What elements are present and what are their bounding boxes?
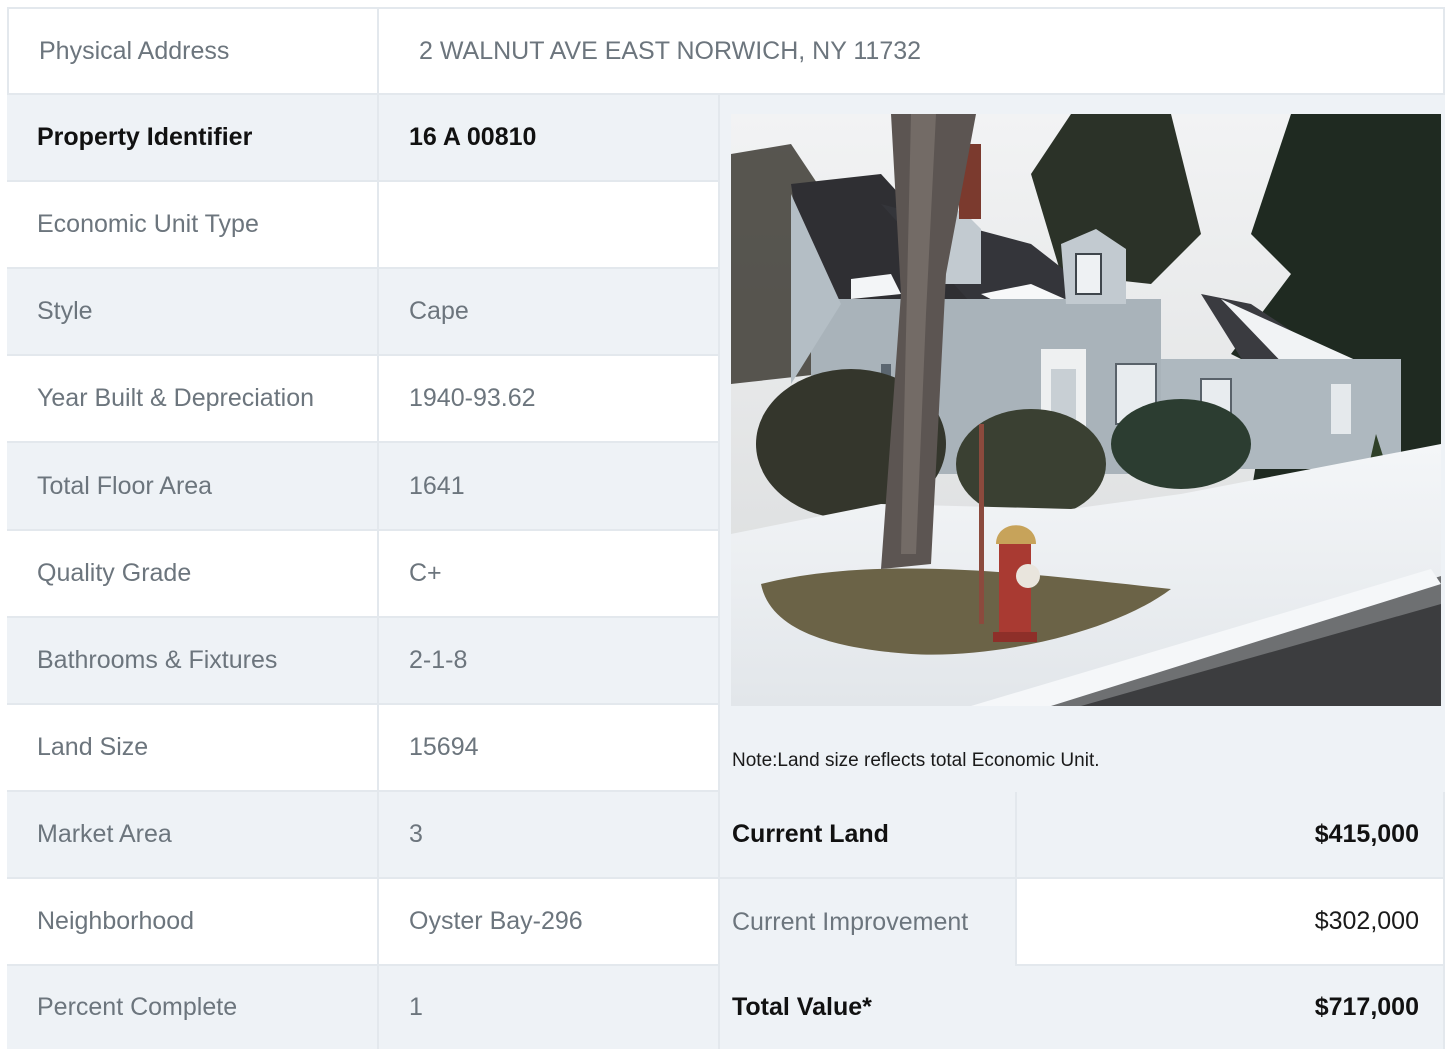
total-floor-area-value: 1641: [379, 443, 720, 531]
bathrooms-value: 2-1-8: [379, 618, 720, 705]
neighborhood-label: Neighborhood: [7, 879, 379, 966]
economic-unit-type-value: [379, 182, 720, 269]
quality-grade-label: Quality Grade: [7, 531, 379, 618]
economic-unit-type-label: Economic Unit Type: [7, 182, 379, 269]
current-improvement-label: Current Improvement: [720, 879, 1015, 966]
address-value: 2 WALNUT AVE EAST NORWICH, NY 11732: [379, 7, 1445, 95]
style-label: Style: [7, 269, 379, 356]
current-land-value: $415,000: [1015, 792, 1445, 879]
property-record-table: Physical Address 2 WALNUT AVE EAST NORWI…: [7, 7, 1445, 1049]
current-land-label: Current Land: [720, 792, 1015, 879]
current-improvement-value: $302,000: [1015, 879, 1445, 966]
property-identifier-value: 16 A 00810: [379, 95, 720, 182]
style-value: Cape: [379, 269, 720, 356]
land-size-note: Note:Land size reflects total Economic U…: [732, 750, 1100, 771]
neighborhood-value: Oyster Bay-296: [379, 879, 720, 966]
bathrooms-label: Bathrooms & Fixtures: [7, 618, 379, 705]
percent-complete-label: Percent Complete: [7, 966, 379, 1049]
land-size-label: Land Size: [7, 705, 379, 792]
quality-grade-value: C+: [379, 531, 720, 618]
market-area-value: 3: [379, 792, 720, 879]
total-value-value: $717,000: [1015, 966, 1445, 1049]
property-photo: [731, 114, 1441, 706]
percent-complete-value: 1: [379, 966, 720, 1049]
market-area-label: Market Area: [7, 792, 379, 879]
total-value-label: Total Value*: [720, 966, 1015, 1049]
photo-panel: Note:Land size reflects total Economic U…: [720, 95, 1445, 792]
property-identifier-label: Property Identifier: [7, 95, 379, 182]
year-built-label: Year Built & Depreciation: [7, 356, 379, 443]
total-floor-area-label: Total Floor Area: [7, 443, 379, 531]
address-label: Physical Address: [7, 7, 379, 95]
land-size-value: 15694: [379, 705, 720, 792]
year-built-value: 1940-93.62: [379, 356, 720, 443]
